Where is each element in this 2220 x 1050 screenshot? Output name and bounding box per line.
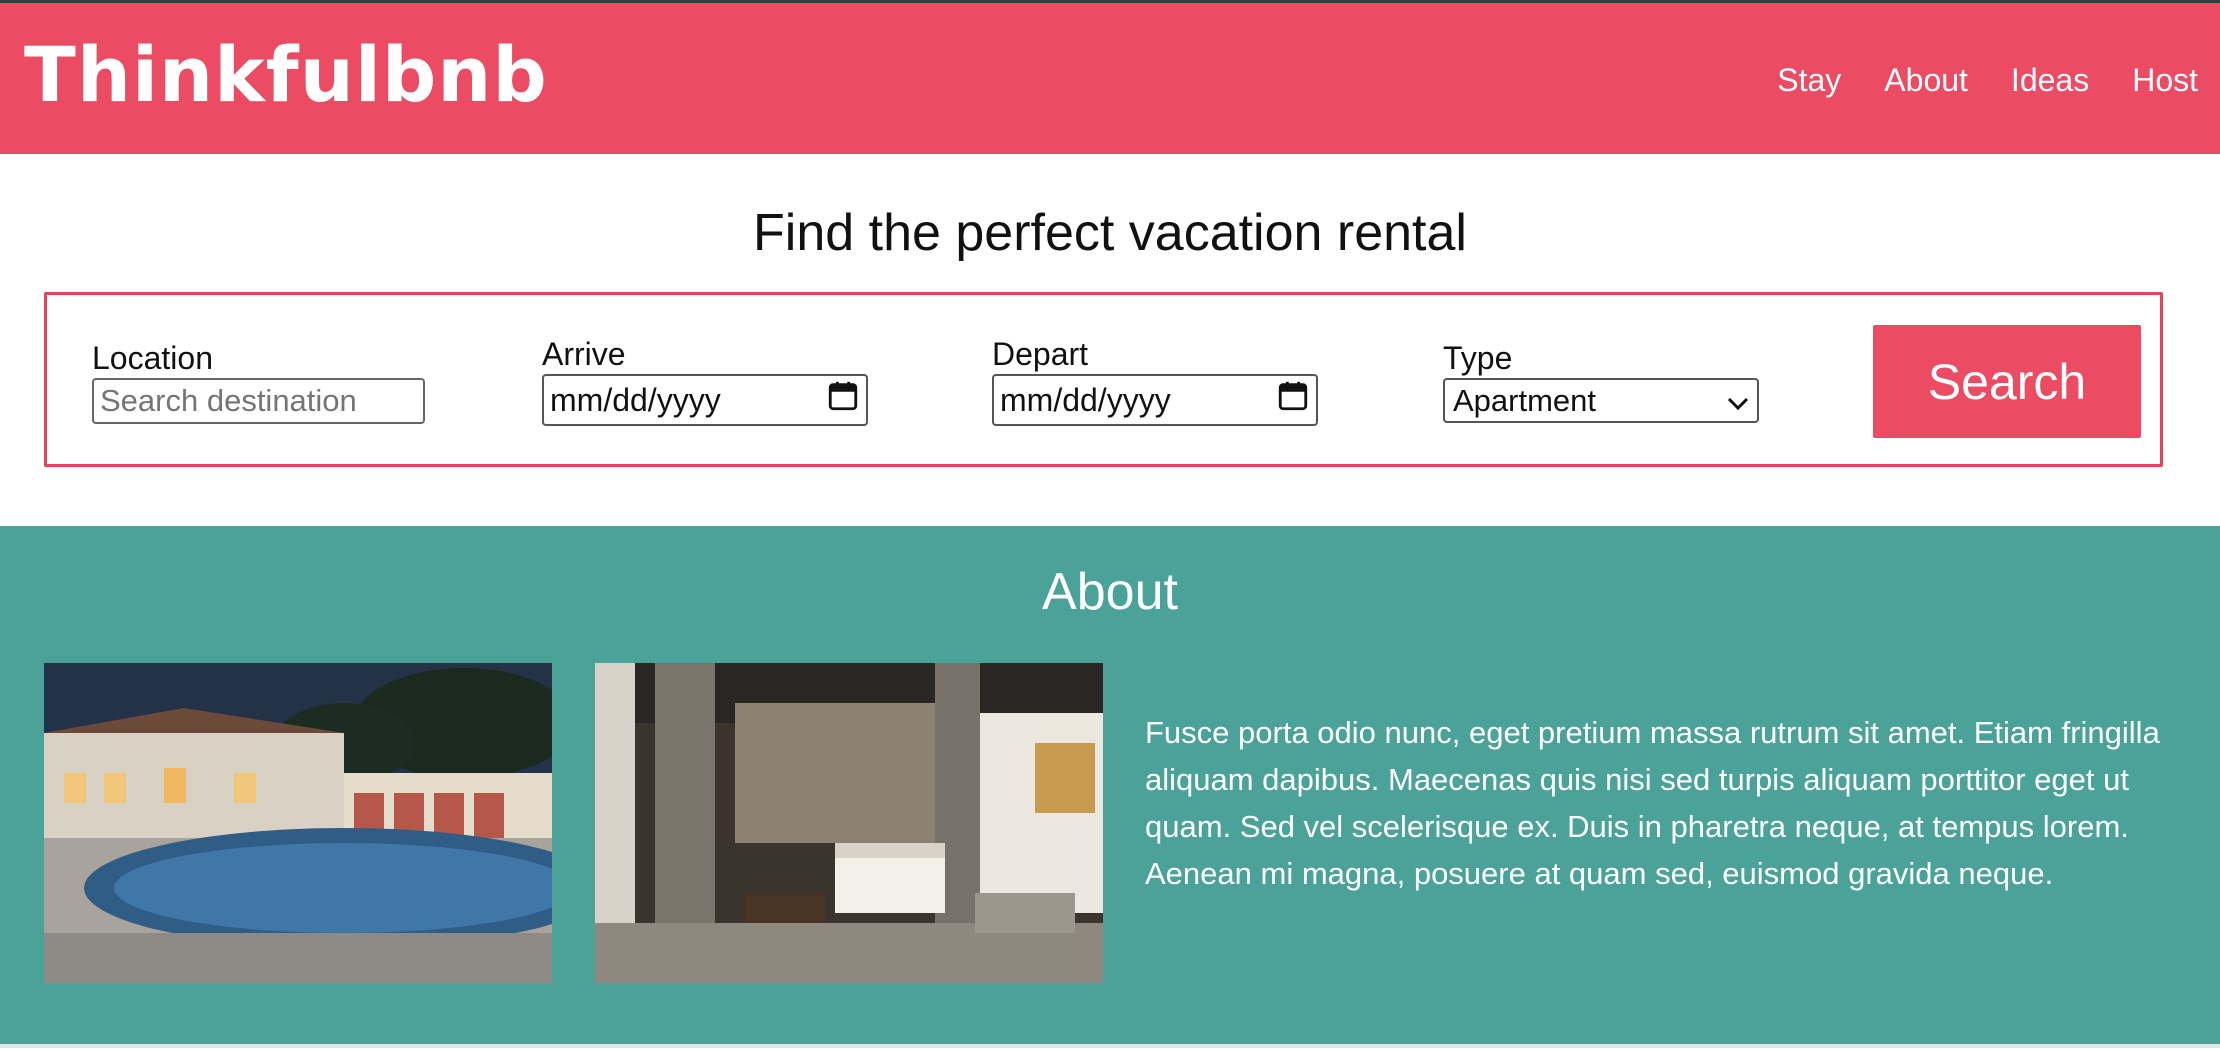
type-field: Type Apartment — [1443, 342, 1759, 423]
nav-link-host[interactable]: Host — [2132, 64, 2198, 96]
depart-date-value: mm/dd/yyyy — [1000, 381, 1171, 418]
search-form: Location Search destination Arrive mm/dd… — [44, 292, 2163, 467]
type-selected-value: Apartment — [1453, 382, 1597, 418]
calendar-icon[interactable] — [1276, 379, 1310, 421]
calendar-icon[interactable] — [826, 379, 860, 421]
search-button[interactable]: Search — [1873, 325, 2141, 438]
location-input[interactable]: Search destination — [92, 378, 425, 424]
depart-label: Depart — [992, 336, 1089, 372]
nav-link-stay[interactable]: Stay — [1777, 64, 1841, 96]
hero-title: Find the perfect vacation rental — [753, 204, 1467, 262]
villa-pool-photo — [44, 663, 552, 983]
depart-field: Depart mm/dd/yyyy — [992, 338, 1318, 426]
nav-link-about[interactable]: About — [1884, 64, 1968, 96]
location-field: Location Search destination — [92, 342, 425, 424]
nav-link-ideas[interactable]: Ideas — [2011, 64, 2089, 96]
chevron-down-icon — [1727, 383, 1749, 419]
type-select[interactable]: Apartment — [1443, 378, 1759, 423]
location-placeholder: Search destination — [100, 383, 357, 418]
location-label: Location — [92, 340, 213, 376]
about-title: About — [1042, 563, 1178, 621]
site-logo[interactable]: Thinkfulbnb — [24, 36, 548, 113]
about-section: About Fusce porta odio nunc, eget pretiu… — [0, 526, 2220, 1048]
hero-section: Find the perfect vacation rental Locatio… — [0, 154, 2220, 526]
type-label: Type — [1443, 340, 1513, 376]
arrive-date-value: mm/dd/yyyy — [550, 381, 721, 418]
arrive-field: Arrive mm/dd/yyyy — [542, 338, 868, 426]
main-nav: Stay About Ideas Host — [1734, 64, 2198, 96]
site-header: Thinkfulbnb Stay About Ideas Host — [0, 3, 2220, 154]
arrive-date-input[interactable]: mm/dd/yyyy — [542, 374, 868, 426]
bottom-border — [0, 1044, 2220, 1048]
depart-date-input[interactable]: mm/dd/yyyy — [992, 374, 1318, 426]
loft-bedroom-photo — [595, 663, 1103, 983]
about-description: Fusce porta odio nunc, eget pretium mass… — [1145, 715, 2160, 892]
arrive-label: Arrive — [542, 336, 626, 372]
